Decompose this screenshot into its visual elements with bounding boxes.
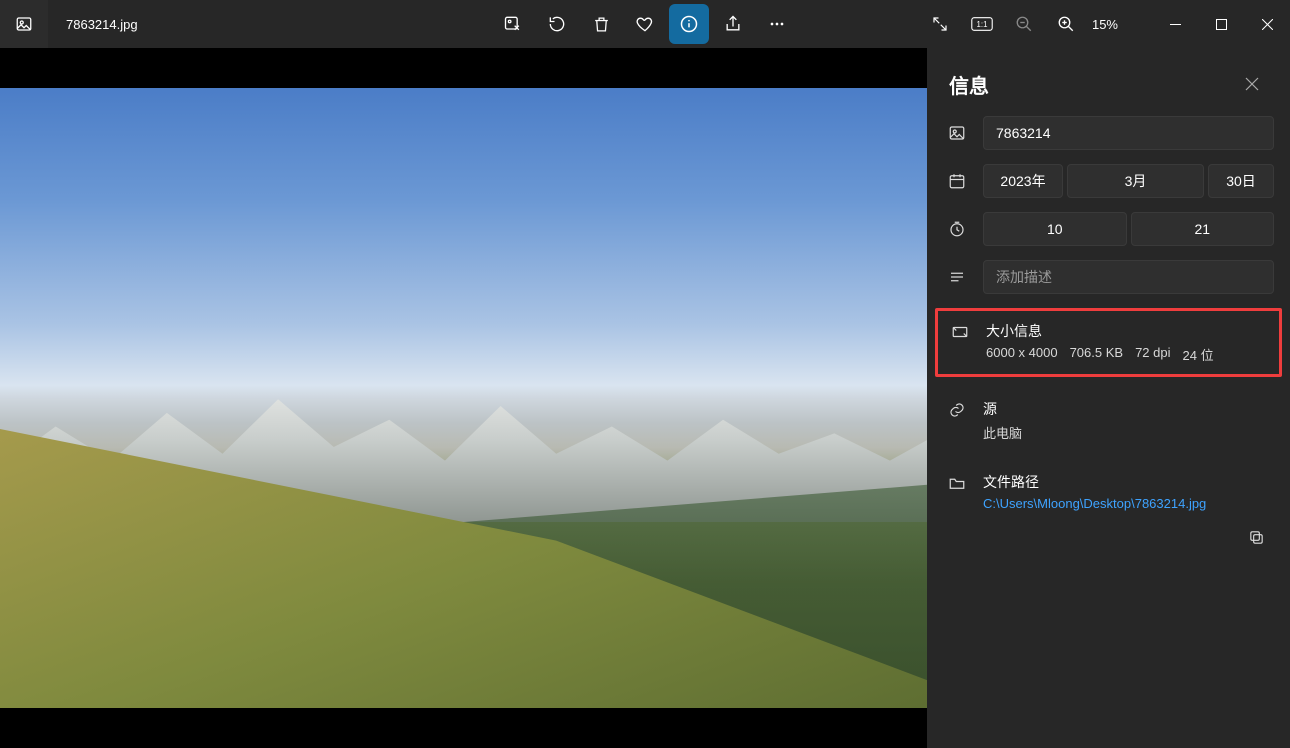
size-info-title: 大小信息 <box>986 321 1271 341</box>
dimensions-icon <box>946 321 974 364</box>
zoom-in-button[interactable] <box>1046 4 1086 44</box>
size-depth: 24 位 <box>1183 345 1214 364</box>
share-button[interactable] <box>713 4 753 44</box>
size-info-highlight: 大小信息 6000 x 4000 706.5 KB 72 dpi 24 位 <box>935 308 1282 377</box>
size-dimensions: 6000 x 4000 <box>986 345 1058 364</box>
fullscreen-button[interactable] <box>920 4 960 44</box>
zoom-out-button[interactable] <box>1004 4 1044 44</box>
path-title: 文件路径 <box>983 472 1274 492</box>
time-hour-field[interactable]: 10 <box>983 212 1127 246</box>
source-title: 源 <box>983 399 1274 419</box>
workspace: 信息 7863214 2023年 <box>0 48 1290 748</box>
path-value[interactable]: C:\Users\Mloong\Desktop\7863214.jpg <box>983 496 1274 511</box>
titlebar: 7863214.jpg 1:1 <box>0 0 1290 48</box>
time-minute-field[interactable]: 21 <box>1131 212 1275 246</box>
more-button[interactable] <box>757 4 797 44</box>
window-maximize-button[interactable] <box>1198 8 1244 40</box>
name-field[interactable]: 7863214 <box>983 116 1274 150</box>
actual-size-button[interactable]: 1:1 <box>962 4 1002 44</box>
edit-button[interactable] <box>493 4 533 44</box>
window-minimize-button[interactable] <box>1152 8 1198 40</box>
image-icon <box>943 124 971 142</box>
info-button[interactable] <box>669 4 709 44</box>
info-panel: 信息 7863214 2023年 <box>927 48 1290 748</box>
folder-icon <box>943 472 971 511</box>
rotate-button[interactable] <box>537 4 577 44</box>
window-close-button[interactable] <box>1244 8 1290 40</box>
svg-text:1:1: 1:1 <box>977 20 988 29</box>
description-field[interactable]: 添加描述 <box>983 260 1274 294</box>
info-panel-title: 信息 <box>949 70 989 99</box>
image-canvas[interactable] <box>0 48 927 748</box>
clock-icon <box>943 220 971 238</box>
image-preview <box>0 88 927 708</box>
date-month-field[interactable]: 3月 <box>1067 164 1204 198</box>
source-value: 此电脑 <box>983 423 1022 442</box>
favorite-button[interactable] <box>625 4 665 44</box>
right-toolbar: 1:1 15% <box>920 4 1290 44</box>
date-day-field[interactable]: 30日 <box>1208 164 1274 198</box>
link-icon <box>943 399 971 442</box>
calendar-icon <box>943 172 971 190</box>
size-filesize: 706.5 KB <box>1070 345 1124 364</box>
center-toolbar <box>493 4 797 44</box>
zoom-level-label: 15% <box>1088 17 1130 32</box>
filename-label: 7863214.jpg <box>48 17 138 32</box>
size-dpi: 72 dpi <box>1135 345 1170 364</box>
delete-button[interactable] <box>581 4 621 44</box>
date-year-field[interactable]: 2023年 <box>983 164 1063 198</box>
copy-path-button[interactable] <box>1242 523 1270 551</box>
description-icon <box>943 268 971 286</box>
gallery-home-button[interactable] <box>0 0 48 48</box>
close-panel-button[interactable] <box>1236 68 1268 100</box>
